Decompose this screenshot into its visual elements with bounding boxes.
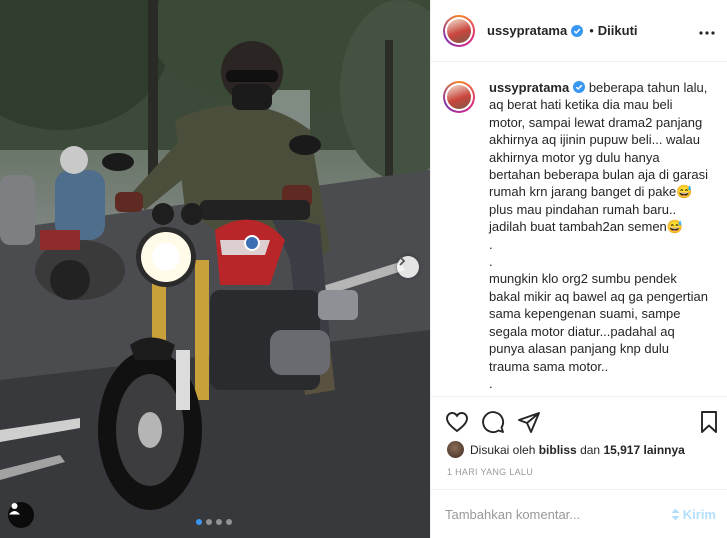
post-side-panel: ussypratama • Diikuti ussypratama bebera…	[430, 0, 727, 538]
caption-username[interactable]: ussypratama	[489, 80, 569, 95]
like-heart-icon[interactable]	[445, 410, 469, 434]
caption: ussypratama beberapa tahun lalu, aq bera…	[443, 79, 716, 396]
post-header: ussypratama • Diikuti	[431, 0, 727, 62]
chevron-right-icon	[399, 256, 406, 266]
user-icon	[9, 503, 20, 515]
motorcycle-rider-photo	[0, 0, 430, 538]
send-label: Kirim	[682, 506, 716, 522]
post-photo[interactable]	[0, 0, 430, 538]
carousel-dot	[226, 519, 232, 525]
verified-badge-icon	[573, 81, 586, 93]
carousel-next-button[interactable]	[397, 256, 419, 278]
author-avatar[interactable]	[443, 14, 475, 47]
up-down-arrows-icon	[671, 508, 680, 520]
comment-input[interactable]	[445, 506, 665, 522]
likes-prefix: Disukai oleh	[470, 442, 536, 457]
liker-username[interactable]: bibliss	[539, 443, 577, 457]
post-actions	[431, 396, 727, 444]
caption-author-avatar[interactable]	[443, 81, 475, 113]
caption-body: beberapa tahun lalu, aq berat hati ketik…	[489, 80, 709, 396]
likes-count[interactable]: 15,917 lainnya	[603, 443, 684, 457]
follow-separator: •	[589, 23, 594, 38]
likes-conjunction: dan	[580, 442, 601, 457]
caption-text-block: ussypratama beberapa tahun lalu, aq bera…	[489, 79, 713, 396]
verified-badge-icon	[571, 24, 584, 37]
carousel-dot-active	[196, 519, 202, 525]
carousel-dot	[216, 519, 222, 525]
share-direct-icon[interactable]	[517, 410, 541, 434]
following-button[interactable]: Diikuti	[598, 23, 638, 38]
likes-summary: Disukai oleh bibliss dan 15,917 lainnya	[447, 441, 685, 458]
add-comment-form: Kirim	[431, 489, 727, 538]
author-username[interactable]: ussypratama	[487, 23, 567, 38]
carousel-dot	[206, 519, 212, 525]
send-comment-button[interactable]: Kirim	[671, 507, 716, 522]
caption-scroll-area[interactable]: ussypratama beberapa tahun lalu, aq bera…	[431, 63, 727, 396]
more-options-button[interactable]	[699, 22, 715, 40]
post-timestamp[interactable]: 1 HARI YANG LALU	[447, 467, 533, 477]
comment-icon[interactable]	[481, 410, 505, 434]
carousel-indicator	[196, 519, 232, 525]
liker-avatar[interactable]	[447, 441, 464, 458]
more-horizontal-icon	[699, 31, 715, 35]
user-tags-button[interactable]	[8, 502, 34, 528]
save-bookmark-icon[interactable]	[697, 410, 721, 434]
